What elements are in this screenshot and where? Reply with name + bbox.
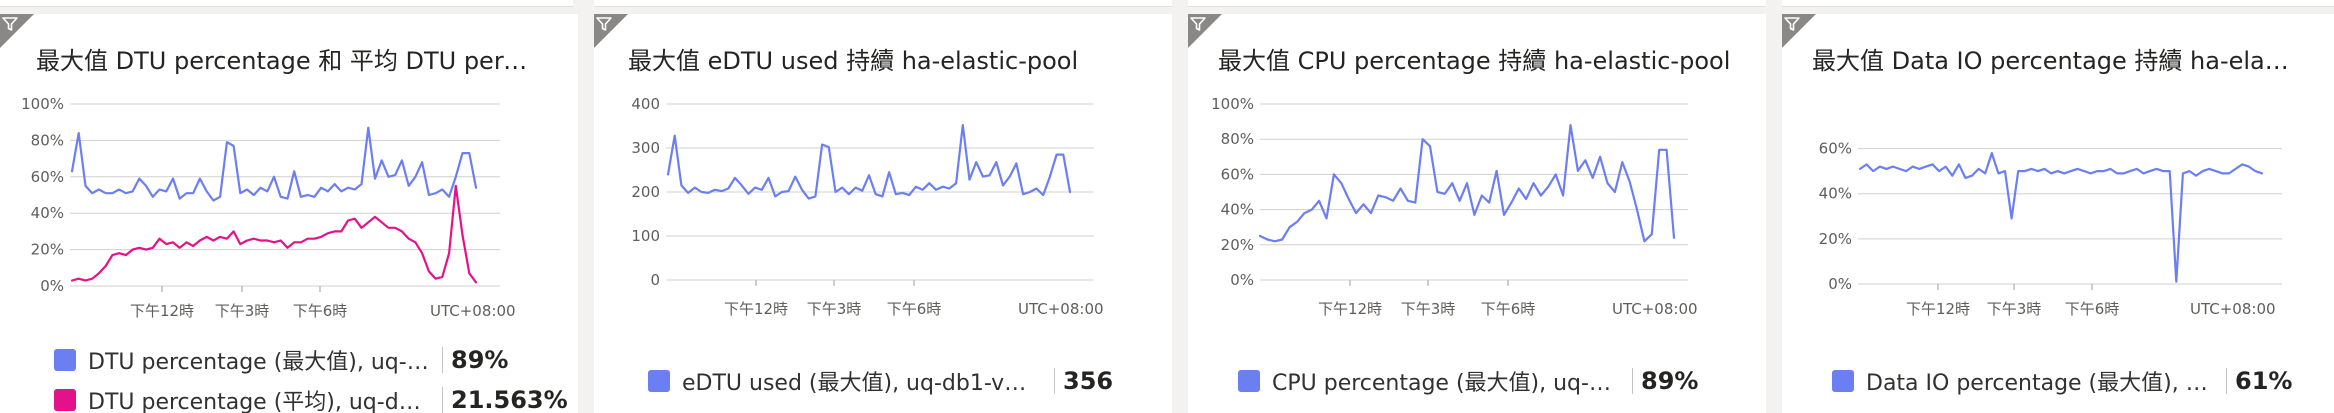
y-tick-label: 80%	[31, 131, 64, 149]
y-tick-label: 400	[631, 95, 660, 113]
legend-swatch	[1832, 370, 1854, 392]
legend-item-dtu-max[interactable]: DTU percentage (最大值), uq-db1-vm-elastic-…	[54, 343, 508, 377]
timezone-label: UTC+08:00	[430, 302, 516, 320]
y-tick-label: 0%	[1230, 271, 1254, 289]
legend-value: 61%	[2235, 367, 2293, 395]
x-tick-label: 下午3時	[807, 300, 862, 318]
legend-label: DTU percentage (平均), uq-db1-vm-elastic-p…	[88, 390, 430, 413]
legend-item-dataio[interactable]: Data IO percentage (最大值), uq-db1-vm-elas…	[1832, 364, 2292, 398]
filter-icon[interactable]	[2, 16, 18, 32]
x-tick-label: 下午12時	[724, 300, 788, 318]
y-tick-label: 20%	[1819, 230, 1852, 248]
legend-label: eDTU used (最大值), uq-db1-vm-elastic-pool	[682, 371, 1042, 396]
legend-swatch	[1238, 370, 1260, 392]
chart-tile-dataio[interactable]: 最大值 Data IO percentage 持續 ha-elastic-poo…	[1782, 14, 2334, 413]
tile-top-strip	[594, 0, 1172, 7]
tile-top-strip	[1188, 0, 1766, 7]
x-tick-label: 下午12時	[130, 302, 194, 320]
line-chart-dtu[interactable]: 0% 20% 40% 60% 80% 100% 下午12時 下午3時 下午6時 UTC+08:00	[0, 84, 578, 324]
y-tick-label: 40%	[31, 204, 64, 222]
y-tick-label: 200	[631, 183, 660, 201]
x-tick-label: 下午3時	[215, 302, 270, 320]
legend-value: 89%	[1641, 367, 1699, 395]
y-tick-label: 40%	[1819, 185, 1852, 203]
legend-label: CPU percentage (最大值), uq-db1-vm-elastic-…	[1272, 371, 1620, 396]
line-chart-dataio[interactable]: 0% 20% 40% 60% 下午12時 下午3時 下午6時 UTC+08:00	[1782, 84, 2334, 324]
timezone-label: UTC+08:00	[1612, 300, 1698, 318]
filter-icon[interactable]	[1190, 16, 1206, 32]
legend-separator	[442, 387, 443, 413]
y-tick-label: 0	[650, 271, 660, 289]
chart-tile-edtu[interactable]: 最大值 eDTU used 持續 ha-elastic-pool 0 100 200…	[594, 14, 1172, 413]
chart-title[interactable]: 最大值 CPU percentage 持續 ha-elastic-pool	[1218, 44, 1738, 78]
y-tick-label: 20%	[31, 241, 64, 259]
series-line-0	[666, 123, 1072, 200]
legend-separator	[1632, 368, 1633, 394]
legend-swatch	[648, 370, 670, 392]
filter-icon[interactable]	[1784, 16, 1800, 32]
chart-title[interactable]: 最大值 DTU percentage 和 平均 DTU percentage	[36, 44, 536, 78]
x-tick-label: 下午6時	[1481, 300, 1536, 318]
line-chart-cpu[interactable]: 0% 20% 40% 60% 80% 100% 下午12時 下午3時 下午6時 UTC+08:00	[1188, 84, 1766, 324]
series-line-1	[70, 184, 478, 284]
y-tick-label: 80%	[1221, 130, 1254, 148]
legend-item-edtu[interactable]: eDTU used (最大值), uq-db1-vm-elastic-pool …	[648, 364, 1113, 398]
chart-title[interactable]: 最大值 Data IO percentage 持續 ha-elastic-poo…	[1812, 44, 2292, 78]
legend-item-dtu-avg[interactable]: DTU percentage (平均), uq-db1-vm-elastic-p…	[54, 383, 568, 413]
y-tick-label: 60%	[1221, 165, 1254, 183]
series-line-0	[1258, 123, 1676, 243]
tile-top-strip	[1782, 0, 2334, 7]
x-tick-label: 下午12時	[1318, 300, 1382, 318]
legend-value: 89%	[451, 346, 509, 374]
legend-label: Data IO percentage (最大值), uq-db1-vm-elas…	[1866, 371, 2214, 396]
legend-separator	[2226, 368, 2227, 394]
y-tick-label: 100%	[1211, 95, 1254, 113]
y-tick-label: 40%	[1221, 201, 1254, 219]
filter-icon[interactable]	[596, 16, 612, 32]
legend-value: 356	[1063, 367, 1114, 395]
tile-top-strip	[0, 0, 573, 7]
x-tick-label: 下午3時	[1987, 300, 2042, 318]
legend-swatch	[54, 349, 76, 371]
x-tick-label: 下午6時	[293, 302, 348, 320]
x-tick-label: 下午6時	[887, 300, 942, 318]
chart-tile-cpu[interactable]: 最大值 CPU percentage 持續 ha-elastic-pool 0%…	[1188, 14, 1766, 413]
legend-value: 21.563%	[451, 386, 568, 413]
x-tick-label: 下午12時	[1906, 300, 1970, 318]
series-line-0	[70, 126, 478, 202]
y-tick-label: 0%	[1828, 275, 1852, 293]
line-chart-edtu[interactable]: 0 100 200 300 400 下午12時 下午3時 下午6時 UTC+08:00	[594, 84, 1172, 324]
legend-separator	[1054, 368, 1055, 394]
timezone-label: UTC+08:00	[2190, 300, 2276, 318]
x-tick-label: 下午6時	[2065, 300, 2120, 318]
series-line-0	[1858, 151, 2264, 283]
y-tick-label: 20%	[1221, 236, 1254, 254]
legend-swatch	[54, 389, 76, 411]
legend-separator	[442, 347, 443, 373]
dashboard: 最大值 DTU percentage 和 平均 DTU percentage 0…	[0, 0, 2334, 413]
x-tick-label: 下午3時	[1401, 300, 1456, 318]
legend-item-cpu[interactable]: CPU percentage (最大值), uq-db1-vm-elastic-…	[1238, 364, 1698, 398]
chart-tile-dtu[interactable]: 最大值 DTU percentage 和 平均 DTU percentage 0…	[0, 14, 578, 413]
y-tick-label: 60%	[1819, 140, 1852, 158]
y-tick-label: 300	[631, 139, 660, 157]
chart-title[interactable]: 最大值 eDTU used 持續 ha-elastic-pool	[628, 44, 1148, 78]
y-tick-label: 100	[631, 227, 660, 245]
legend-label: DTU percentage (最大值), uq-db1-vm-elastic-…	[88, 350, 430, 375]
y-tick-label: 60%	[31, 168, 64, 186]
y-tick-label: 0%	[40, 277, 64, 295]
timezone-label: UTC+08:00	[1018, 300, 1104, 318]
y-tick-label: 100%	[21, 95, 64, 113]
